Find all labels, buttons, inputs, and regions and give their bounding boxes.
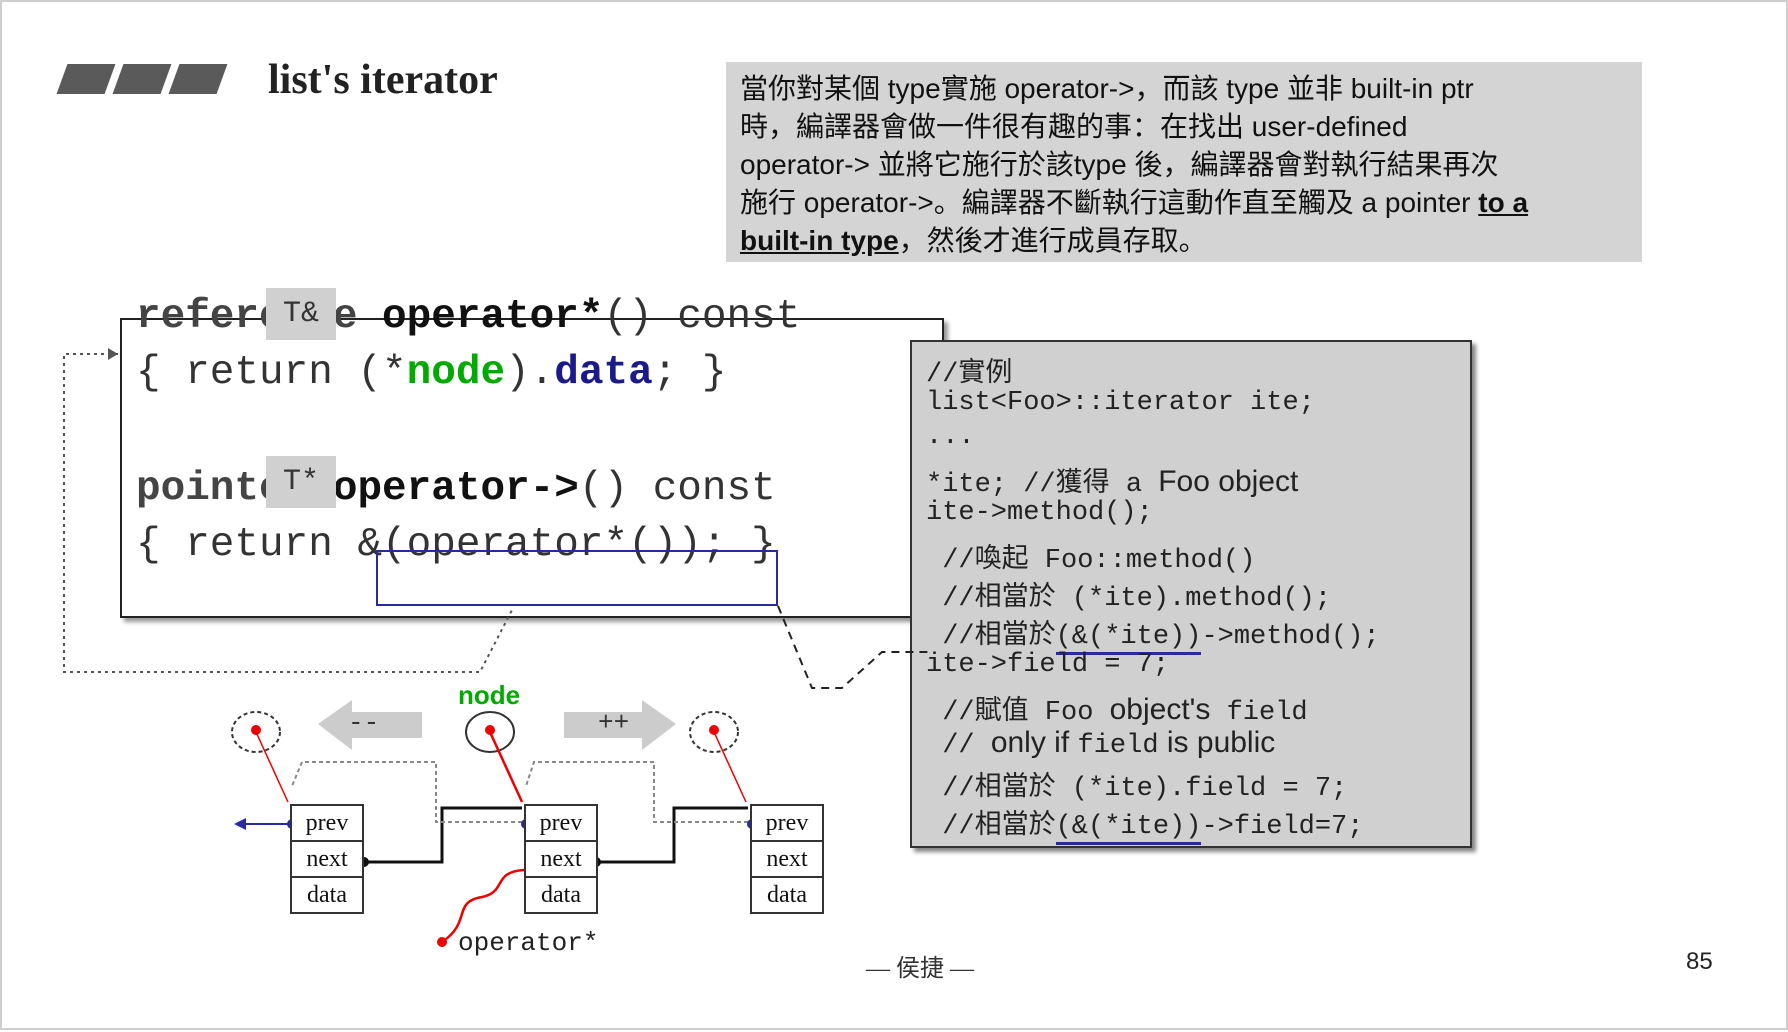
dotted-link-line	[63, 353, 513, 673]
arrow-head	[234, 818, 246, 830]
node-field-data: data	[767, 882, 807, 908]
dashed-link-line	[777, 605, 932, 689]
node-field-next: next	[292, 842, 362, 878]
arrow-head	[108, 348, 118, 360]
node-field-next: next	[526, 842, 596, 878]
node-field-prev: prev	[292, 806, 362, 842]
list-node: prev next data	[524, 804, 598, 914]
list-node: prev next data	[290, 804, 364, 914]
increment-label: ++	[598, 708, 630, 738]
node-field-prev: prev	[526, 806, 596, 842]
pointer-dot	[437, 937, 447, 947]
decrement-label: --	[348, 708, 380, 738]
slide: list's iterator 當你對某個 type實施 operator->，…	[0, 0, 1788, 1030]
node-label: node	[458, 680, 521, 710]
author-footer: — 侯捷 —	[866, 956, 974, 982]
node-field-next: next	[752, 842, 822, 878]
operator-label: operator*	[458, 928, 599, 958]
node-field-data: data	[307, 882, 347, 908]
next-link	[596, 806, 748, 864]
list-diagram	[63, 348, 932, 947]
page-number: 85	[1686, 948, 1713, 975]
node-field-data: data	[541, 882, 581, 908]
node-field-prev: prev	[752, 806, 822, 842]
next-link	[364, 806, 522, 864]
list-node: prev next data	[750, 804, 824, 914]
